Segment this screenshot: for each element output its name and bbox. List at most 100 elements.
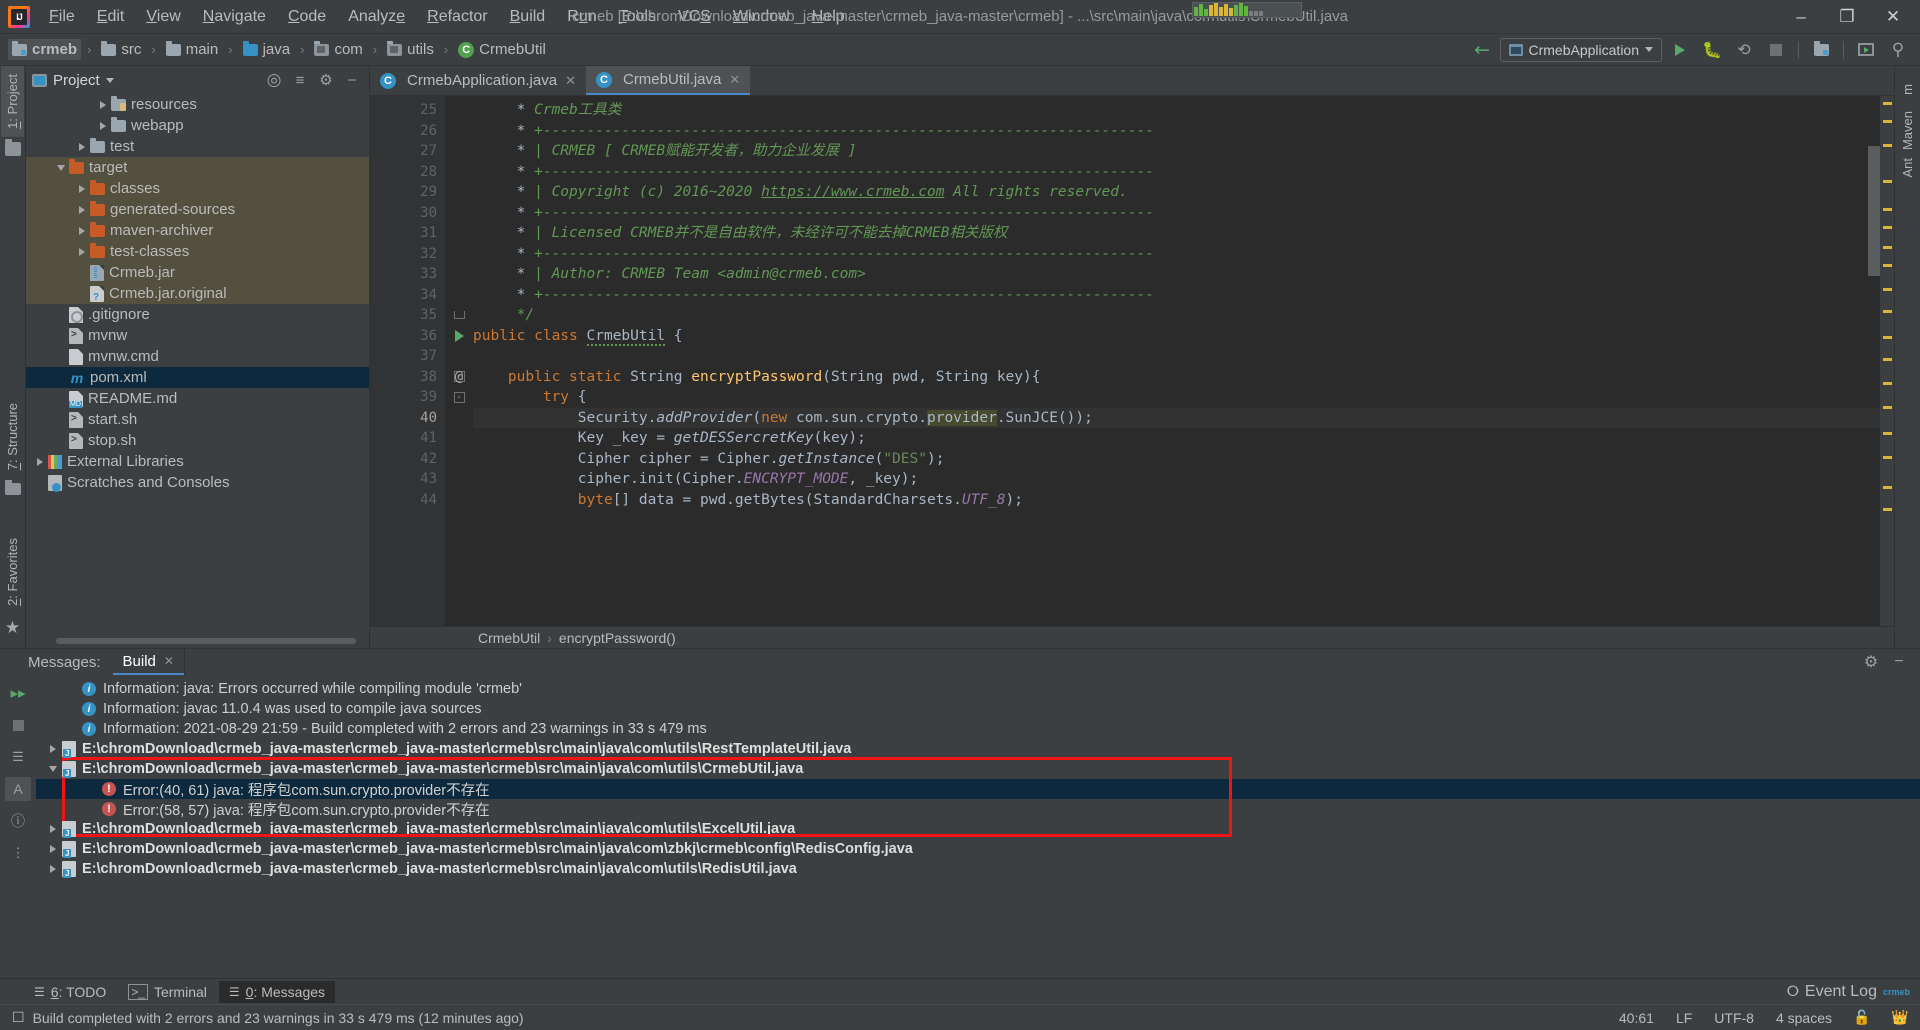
sidebar-item-project[interactable]: 1: Project <box>1 66 24 137</box>
tree-horizontal-scrollbar[interactable] <box>56 638 356 644</box>
fold-marker[interactable] <box>445 346 473 367</box>
memory-indicator[interactable] <box>1192 2 1302 18</box>
close-icon[interactable]: ✕ <box>164 654 174 668</box>
chevron-right-icon[interactable] <box>32 458 48 466</box>
code-line[interactable]: public static String encryptPassword(Str… <box>473 367 1880 388</box>
sort-icon[interactable]: ☰ <box>5 745 31 769</box>
fold-marker[interactable] <box>445 223 473 244</box>
tool-window-todo[interactable]: ☰ 6: TODO <box>24 981 116 1003</box>
line-number[interactable]: 28 <box>370 162 445 183</box>
fold-marker[interactable] <box>445 100 473 121</box>
tree-item-crmeb-jar-original[interactable]: Crmeb.jar.original <box>26 283 369 304</box>
chevron-right-icon[interactable] <box>74 227 90 235</box>
line-number[interactable]: 42 <box>370 449 445 470</box>
fold-marker[interactable] <box>445 305 473 326</box>
line-number[interactable]: 29 <box>370 182 445 203</box>
annotation-gutter-icon[interactable]: @ <box>449 367 469 388</box>
fold-marker[interactable] <box>445 469 473 490</box>
menu-edit[interactable]: Edit <box>86 3 136 31</box>
error-stripe-gutter[interactable] <box>1880 96 1894 626</box>
tree-item-classes[interactable]: classes <box>26 178 369 199</box>
file-encoding[interactable]: UTF-8 <box>1714 1010 1754 1026</box>
indent-setting[interactable]: 4 spaces <box>1776 1010 1832 1026</box>
message-row-file[interactable]: E:\chromDownload\crmeb_java-master\crmeb… <box>36 759 1920 779</box>
menu-window[interactable]: Window <box>722 3 801 31</box>
breadcrumb-item-com[interactable]: com <box>310 39 366 60</box>
hector-icon[interactable]: 👑 <box>1892 1010 1908 1026</box>
editor-breadcrumb[interactable]: CrmebUtil › encryptPassword() <box>370 626 1894 648</box>
fold-marker[interactable] <box>445 449 473 470</box>
line-number[interactable]: 39 <box>370 387 445 408</box>
code-content[interactable]: * Crmeb工具类 * +--------------------------… <box>473 96 1880 626</box>
hide-icon[interactable]: − <box>341 69 363 91</box>
code-line[interactable]: try { <box>473 387 1880 408</box>
stop-icon[interactable] <box>5 713 31 737</box>
run-coverage-icon[interactable]: ⟲ <box>1730 38 1758 62</box>
chevron-right-icon[interactable] <box>44 845 62 853</box>
code-line[interactable]: * | Licensed CRMEB并不是自由软件，未经许可不能去掉CRMEB相… <box>473 223 1880 244</box>
expand-icon[interactable]: ⋮ <box>5 841 31 865</box>
code-line[interactable]: * +-------------------------------------… <box>473 121 1880 142</box>
chevron-right-icon[interactable] <box>74 248 90 256</box>
sidebar-item-maven-label[interactable]: Maven <box>1896 103 1919 150</box>
tree-item-start-sh[interactable]: start.sh <box>26 409 369 430</box>
code-line[interactable]: */ <box>473 305 1880 326</box>
back-arrow-icon[interactable]: ↖ <box>1463 31 1500 68</box>
code-line[interactable] <box>473 346 1880 367</box>
filter-warnings-icon[interactable]: A <box>5 777 31 801</box>
menu-build[interactable]: Build <box>499 3 557 31</box>
main-menu[interactable]: File Edit View Navigate Code Analyze Ref… <box>38 3 856 31</box>
menu-code[interactable]: Code <box>277 3 337 31</box>
close-icon[interactable]: ✕ <box>729 72 740 88</box>
breadcrumb-item-crmebutil[interactable]: CCrmebUtil <box>454 39 550 60</box>
message-row-error[interactable]: !Error:(58, 57) java: 程序包com.sun.crypto.… <box>36 799 1920 819</box>
tree-item-readme-md[interactable]: README.md <box>26 388 369 409</box>
menu-view[interactable]: View <box>135 3 191 31</box>
tree-item-mvnw-cmd[interactable]: mvnw.cmd <box>26 346 369 367</box>
tree-item-crmeb-jar[interactable]: Crmeb.jar <box>26 262 369 283</box>
line-number[interactable]: 38@ <box>370 367 445 388</box>
search-everywhere-icon[interactable]: ⚲ <box>1884 38 1912 62</box>
locate-icon[interactable]: ◎ <box>263 69 285 91</box>
project-structure-icon[interactable] <box>1807 38 1835 62</box>
hide-icon[interactable]: − <box>1888 651 1910 673</box>
line-number[interactable]: 35 <box>370 305 445 326</box>
chevron-right-icon[interactable] <box>44 745 62 753</box>
tree-item-test-classes[interactable]: test-classes <box>26 241 369 262</box>
editor-tab-crmebutil[interactable]: CCrmebUtil.java✕ <box>586 66 750 95</box>
line-number[interactable]: 43 <box>370 469 445 490</box>
chevron-right-icon[interactable] <box>74 206 90 214</box>
close-icon[interactable]: ✕ <box>565 73 576 89</box>
fold-marker[interactable] <box>445 182 473 203</box>
breadcrumb-class[interactable]: CrmebUtil <box>478 630 540 646</box>
menu-file[interactable]: File <box>38 3 86 31</box>
chevron-right-icon[interactable] <box>74 143 90 151</box>
breadcrumb-item-src[interactable]: src <box>97 39 145 60</box>
caret-position[interactable]: 40:61 <box>1619 1010 1654 1026</box>
status-message[interactable]: Build completed with 2 errors and 23 war… <box>33 1010 524 1026</box>
fold-marker[interactable] <box>445 490 473 511</box>
menu-help[interactable]: Help <box>801 3 856 31</box>
code-line[interactable]: * | Author: CRMEB Team <admin@crmeb.com> <box>473 264 1880 285</box>
code-line[interactable]: * | CRMEB [ CRMEB赋能开发者，助力企业发展 ] <box>473 141 1880 162</box>
sidebar-item-ant[interactable]: Ant <box>1896 150 1919 186</box>
message-row-file[interactable]: E:\chromDownload\crmeb_java-master\crmeb… <box>36 819 1920 839</box>
code-line[interactable]: Key _key = getDESSercretKey(key); <box>473 428 1880 449</box>
sidebar-item-favorites[interactable]: 2: Favorites <box>1 530 24 614</box>
chevron-right-icon[interactable] <box>44 865 62 873</box>
minimize-button[interactable]: – <box>1778 1 1824 33</box>
unlocked-icon[interactable]: 🔓 <box>1854 1010 1870 1026</box>
line-number[interactable]: 26 <box>370 121 445 142</box>
line-number[interactable]: 44 <box>370 490 445 511</box>
settings-icon[interactable]: ⚙ <box>1860 651 1882 673</box>
line-number[interactable]: 27 <box>370 141 445 162</box>
code-line[interactable]: * +-------------------------------------… <box>473 203 1880 224</box>
project-tree[interactable]: resourceswebapptesttargetclassesgenerate… <box>26 94 369 648</box>
stop-icon[interactable] <box>1762 38 1790 62</box>
line-number[interactable]: 25 <box>370 100 445 121</box>
menu-vcs[interactable]: VCS <box>667 3 722 31</box>
filter-info-icon[interactable]: ⓘ <box>5 809 31 833</box>
favorites-star-icon[interactable]: ★ <box>5 618 20 638</box>
code-line[interactable]: Security.addProvider(new com.sun.crypto.… <box>473 408 1880 429</box>
message-row-file[interactable]: E:\chromDownload\crmeb_java-master\crmeb… <box>36 739 1920 759</box>
